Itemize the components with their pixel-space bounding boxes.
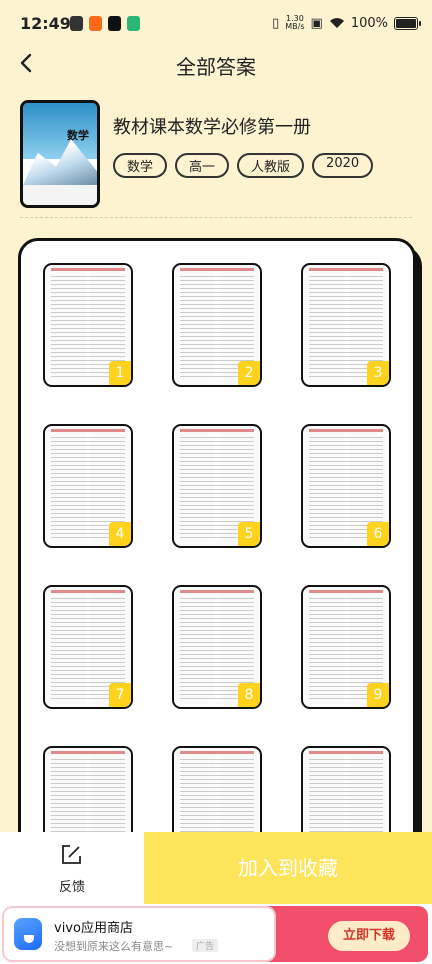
book-title: 教材课本数学必修第一册 bbox=[113, 117, 311, 138]
divider bbox=[20, 217, 412, 218]
answer-page-thumbnail[interactable]: 2 bbox=[172, 263, 262, 387]
notification-icons bbox=[70, 16, 140, 31]
page-number-badge: 5 bbox=[238, 522, 260, 546]
ad-banner[interactable]: vivo应用商店 没想到原来这么有意思~ 广告 立即下载 bbox=[0, 904, 432, 964]
edit-icon bbox=[62, 845, 81, 864]
page-number-badge: 8 bbox=[238, 683, 260, 707]
battery-percent: 100% bbox=[350, 15, 388, 31]
app-orange-icon bbox=[89, 16, 102, 31]
status-time: 12:49 bbox=[20, 14, 71, 33]
clipboard-icon bbox=[70, 16, 83, 31]
tag-edition: 人教版 bbox=[237, 153, 305, 178]
tag-subject: 数学 bbox=[113, 153, 168, 178]
download-now-button[interactable]: 立即下载 bbox=[328, 921, 410, 951]
page-number-badge: 3 bbox=[367, 361, 389, 385]
header: 全部答案 bbox=[0, 40, 432, 86]
answer-page-thumbnail[interactable]: 3 bbox=[301, 263, 391, 387]
feedback-label: 反馈 bbox=[58, 880, 85, 895]
page-number-badge: 6 bbox=[367, 522, 389, 546]
answer-page-thumbnail[interactable]: 4 bbox=[43, 424, 133, 548]
ad-tag: 广告 bbox=[192, 939, 219, 952]
action-bar: 反馈 加入到收藏 bbox=[0, 832, 432, 904]
answer-page-thumbnail[interactable]: 7 bbox=[43, 585, 133, 709]
wifi-icon bbox=[329, 18, 344, 28]
feedback-button[interactable]: 反馈 bbox=[0, 832, 144, 904]
answer-page-thumbnail[interactable]: 5 bbox=[172, 424, 262, 548]
book-cover: 数学 bbox=[20, 100, 100, 208]
page-number-badge: 4 bbox=[109, 522, 131, 546]
sim-icon: ▣ bbox=[310, 15, 323, 31]
vibrate-icon: ▯ bbox=[272, 15, 280, 31]
tag-year: 2020 bbox=[312, 153, 374, 178]
add-to-favorites-button[interactable]: 加入到收藏 bbox=[144, 832, 432, 904]
tiktok-icon bbox=[108, 16, 121, 31]
page-number-badge: 9 bbox=[367, 683, 389, 707]
answer-pages-card: 1 2 3 4 5 6 7 8 9 bbox=[18, 238, 416, 864]
answer-page-thumbnail[interactable]: 8 bbox=[172, 585, 262, 709]
app-green-icon bbox=[127, 16, 140, 31]
page-number-badge: 2 bbox=[238, 361, 260, 385]
battery-icon bbox=[394, 16, 421, 30]
ad-app-name: vivo应用商店 bbox=[54, 921, 133, 936]
answer-page-thumbnail[interactable]: 1 bbox=[43, 263, 133, 387]
book-tags: 数学 高一 人教版 2020 bbox=[113, 153, 374, 178]
answer-page-thumbnail[interactable]: 9 bbox=[301, 585, 391, 709]
net-speed-unit: MB/s bbox=[285, 22, 305, 31]
answer-page-thumbnail[interactable]: 6 bbox=[301, 424, 391, 548]
page-number-badge: 1 bbox=[109, 361, 131, 385]
vivo-store-icon bbox=[14, 918, 42, 950]
status-right: ▯ 1.30 MB/s ▣ 100% bbox=[272, 15, 421, 31]
ad-description: 没想到原来这么有意思~ bbox=[54, 940, 174, 953]
tag-grade: 高一 bbox=[175, 153, 230, 178]
page-title: 全部答案 bbox=[176, 55, 256, 79]
page-number-badge: 7 bbox=[109, 683, 131, 707]
net-speed: 1.30 MB/s bbox=[285, 15, 304, 31]
cover-text: 数学 bbox=[67, 129, 89, 142]
